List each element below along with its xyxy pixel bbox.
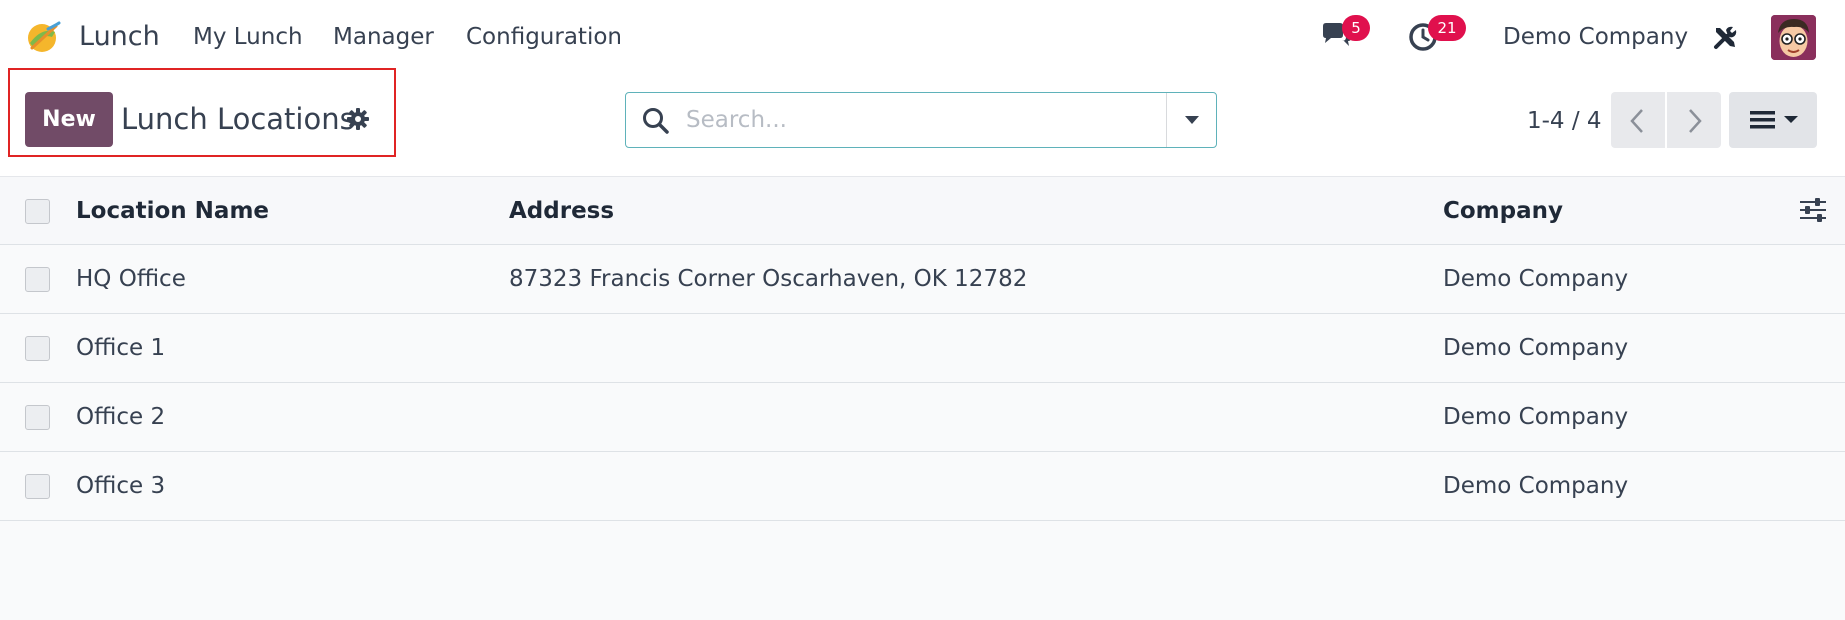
company-cell[interactable]: Demo Company: [1443, 452, 1628, 521]
address-cell[interactable]: 87323 Francis Corner Oscarhaven, OK 1278…: [509, 245, 1027, 314]
gear-icon[interactable]: [346, 107, 370, 135]
table-row[interactable]: Office 1 Demo Company: [0, 314, 1845, 383]
location-name-cell[interactable]: HQ Office: [76, 245, 186, 314]
row-checkbox[interactable]: [25, 405, 50, 430]
search-icon: [642, 107, 670, 139]
column-header-name[interactable]: Location Name: [76, 177, 269, 245]
list-table: Location Name Address Company HQ Office …: [0, 177, 1845, 521]
location-name-cell[interactable]: Office 2: [76, 383, 165, 452]
chevron-left-icon: [1629, 108, 1645, 138]
company-cell[interactable]: Demo Company: [1443, 245, 1628, 314]
new-button[interactable]: New: [25, 92, 113, 147]
tools-icon[interactable]: [1712, 24, 1739, 55]
activities-badge: 21: [1428, 15, 1466, 41]
optional-columns-icon[interactable]: [1800, 198, 1826, 226]
column-header-company[interactable]: Company: [1443, 177, 1563, 245]
company-cell[interactable]: Demo Company: [1443, 383, 1628, 452]
row-checkbox[interactable]: [25, 474, 50, 499]
location-name-cell[interactable]: Office 3: [76, 452, 165, 521]
caret-down-icon: [1185, 116, 1199, 124]
top-navbar: Lunch My Lunch Manager Configuration 5 2…: [0, 0, 1845, 74]
app-name[interactable]: Lunch: [79, 19, 160, 55]
user-avatar[interactable]: [1771, 15, 1816, 60]
menu-my-lunch[interactable]: My Lunch: [193, 22, 303, 52]
chevron-right-icon: [1687, 108, 1703, 138]
row-checkbox[interactable]: [25, 336, 50, 361]
row-checkbox[interactable]: [25, 267, 50, 292]
menu-configuration[interactable]: Configuration: [466, 22, 622, 52]
list-view-icon: [1750, 110, 1800, 134]
select-all-checkbox[interactable]: [25, 199, 50, 224]
pager-previous-button[interactable]: [1611, 92, 1665, 148]
search-bar: [625, 92, 1217, 148]
company-cell[interactable]: Demo Company: [1443, 314, 1628, 383]
view-switcher-button[interactable]: [1729, 92, 1817, 148]
pager-value[interactable]: 1-4 / 4: [1527, 106, 1602, 136]
table-row[interactable]: Office 2 Demo Company: [0, 383, 1845, 452]
table-row[interactable]: Office 3 Demo Company: [0, 452, 1845, 521]
page-title: Lunch Locations: [121, 102, 355, 136]
table-row[interactable]: HQ Office 87323 Francis Corner Oscarhave…: [0, 245, 1845, 314]
table-header: Location Name Address Company: [0, 177, 1845, 245]
messages-badge: 5: [1342, 15, 1370, 41]
search-input[interactable]: [686, 103, 1146, 137]
location-name-cell[interactable]: Office 1: [76, 314, 165, 383]
menu-manager[interactable]: Manager: [333, 22, 434, 52]
pager-next-button[interactable]: [1667, 92, 1721, 148]
column-header-address[interactable]: Address: [509, 177, 614, 245]
lunch-app-icon[interactable]: [22, 19, 62, 55]
company-switcher[interactable]: Demo Company: [1503, 22, 1688, 52]
search-options-toggle[interactable]: [1166, 93, 1216, 147]
